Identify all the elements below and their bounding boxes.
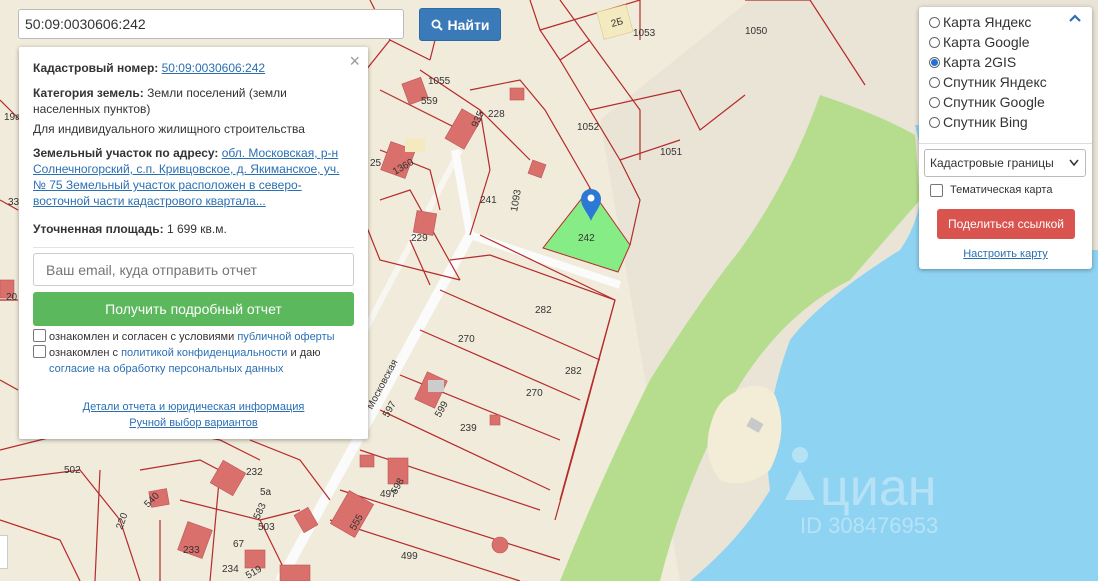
cadastral-number-row: Кадастровый номер: 50:09:0030606:242: [33, 60, 354, 76]
layer-option-label: Спутник Яндекс: [943, 74, 1047, 90]
parcel-info-panel: × Кадастровый номер: 50:09:0030606:242 К…: [19, 47, 368, 439]
privacy-consent-checkbox[interactable]: [33, 345, 46, 358]
layer-option[interactable]: Карта Google: [929, 32, 1030, 52]
parcel-number-label: 503: [258, 522, 275, 533]
address-label: Земельный участок по адресу:: [33, 146, 219, 160]
privacy-consent-mid: и даю: [290, 347, 321, 359]
share-link-button[interactable]: Поделиться ссылкой: [937, 209, 1075, 239]
parcel-number-label: 20: [6, 292, 18, 303]
layer-option-label: Карта 2GIS: [943, 54, 1017, 70]
parcel-number-label: 1050: [745, 26, 768, 37]
land-category-row: Категория земель: Земли поселений (земли…: [33, 85, 354, 117]
watermark-id: ID 308476953: [800, 513, 938, 538]
personal-data-consent-link[interactable]: согласие на обработку персональных данны…: [33, 363, 283, 375]
parcel-number-label: 239: [460, 423, 477, 434]
parcel-number-label: 502: [64, 465, 81, 476]
search-button-label: Найти: [447, 16, 490, 33]
get-report-button[interactable]: Получить подробный отчет: [33, 292, 354, 326]
layer-radio[interactable]: [929, 76, 940, 88]
layer-radio[interactable]: [929, 36, 940, 48]
layer-option[interactable]: Спутник Google: [929, 92, 1045, 112]
privacy-consent-row: ознакомлен с политикой конфиденциальност…: [33, 345, 358, 377]
map-layers-panel: Карта Яндекс Карта Google Карта 2GIS Спутни…: [919, 7, 1092, 269]
layer-option-label: Спутник Google: [943, 94, 1045, 110]
parcel-number-label: 282: [565, 366, 582, 377]
parcel-number-label: 242: [578, 233, 595, 244]
layer-option-label: Карта Яндекс: [943, 14, 1032, 30]
parcel-number-label: 33: [8, 197, 20, 208]
setup-map-link[interactable]: Настроить карту: [919, 248, 1092, 260]
layer-radio[interactable]: [929, 56, 940, 68]
parcel-number-label: 241: [480, 195, 497, 206]
search-icon: [431, 19, 443, 31]
thematic-map-checkbox[interactable]: [930, 183, 943, 197]
layer-radio[interactable]: [929, 116, 940, 128]
search-button[interactable]: Найти: [419, 8, 501, 41]
parcel-number-label: 1055: [428, 76, 451, 87]
area-value: 1 699 кв.м.: [166, 222, 227, 236]
land-category-label: Категория земель:: [33, 86, 144, 100]
parcel-number-label: 270: [458, 334, 475, 345]
layer-option-label: Карта Google: [943, 34, 1030, 50]
parcel-number-label: 67: [233, 539, 245, 550]
layer-option[interactable]: Спутник Bing: [929, 112, 1028, 132]
parcel-number-label: 233: [183, 545, 200, 556]
parcel-number-label: 282: [535, 305, 552, 316]
manual-selection-link[interactable]: Ручной выбор вариантов: [129, 417, 257, 429]
parcel-number-label: 1053: [633, 28, 656, 39]
cadastral-number-label: Кадастровый номер:: [33, 61, 159, 75]
layer-option[interactable]: Карта 2GIS: [929, 52, 1016, 72]
parcel-number-label: 232: [246, 467, 263, 478]
cadastral-number-link[interactable]: 50:09:0030606:242: [162, 61, 265, 75]
parcel-number-label: 25: [370, 158, 382, 169]
offer-consent-row: ознакомлен и согласен с условиями публич…: [33, 329, 358, 345]
area-label: Уточненная площадь:: [33, 222, 164, 236]
layers-divider: [919, 143, 1092, 144]
cadastral-search-input[interactable]: [18, 9, 404, 39]
parcel-number-label: 559: [421, 96, 438, 107]
public-offer-link[interactable]: публичной оферты: [237, 331, 334, 343]
parcel-number-label: 270: [526, 388, 543, 399]
parcel-number-label: 229: [411, 233, 428, 244]
chevron-down-icon: [1069, 159, 1079, 167]
parcel-number-label: 228: [488, 109, 505, 120]
parcel-number-label: 1051: [660, 147, 683, 158]
land-purpose: Для индивидуального жилищного строительс…: [33, 122, 305, 136]
report-details-link[interactable]: Детали отчета и юридическая информация: [83, 401, 305, 413]
offer-consent-text: ознакомлен и согласен с условиями: [49, 331, 235, 343]
overlay-select[interactable]: Кадастровые границы: [924, 149, 1086, 177]
privacy-consent-text: ознакомлен с: [49, 347, 119, 359]
overlay-select-value: Кадастровые границы: [930, 156, 1054, 170]
offer-consent-checkbox[interactable]: [33, 329, 46, 342]
chevron-up-icon[interactable]: [1069, 14, 1081, 22]
layer-option[interactable]: Спутник Яндекс: [929, 72, 1047, 92]
thematic-map-label: Тематическая карта: [950, 184, 1053, 196]
parcel-number-label: 234: [222, 564, 239, 575]
thematic-map-row[interactable]: Тематическая карта: [930, 183, 1052, 197]
layer-option-label: Спутник Bing: [943, 114, 1028, 130]
parcel-number-label: 5а: [260, 487, 272, 498]
email-field[interactable]: [33, 253, 354, 286]
parcel-number-label: 499: [401, 551, 418, 562]
privacy-policy-link[interactable]: политикой конфиденциальности: [121, 347, 287, 359]
layer-radio[interactable]: [929, 96, 940, 108]
layer-radio[interactable]: [929, 16, 940, 28]
area-row: Уточненная площадь: 1 699 кв.м.: [33, 221, 354, 237]
map-control-button[interactable]: [0, 535, 8, 569]
parcel-number-label: 1052: [577, 122, 600, 133]
address-row: Земельный участок по адресу: обл. Москов…: [33, 145, 354, 209]
watermark-brand: циан: [820, 459, 936, 517]
divider: [33, 247, 354, 248]
layer-option[interactable]: Карта Яндекс: [929, 12, 1031, 32]
